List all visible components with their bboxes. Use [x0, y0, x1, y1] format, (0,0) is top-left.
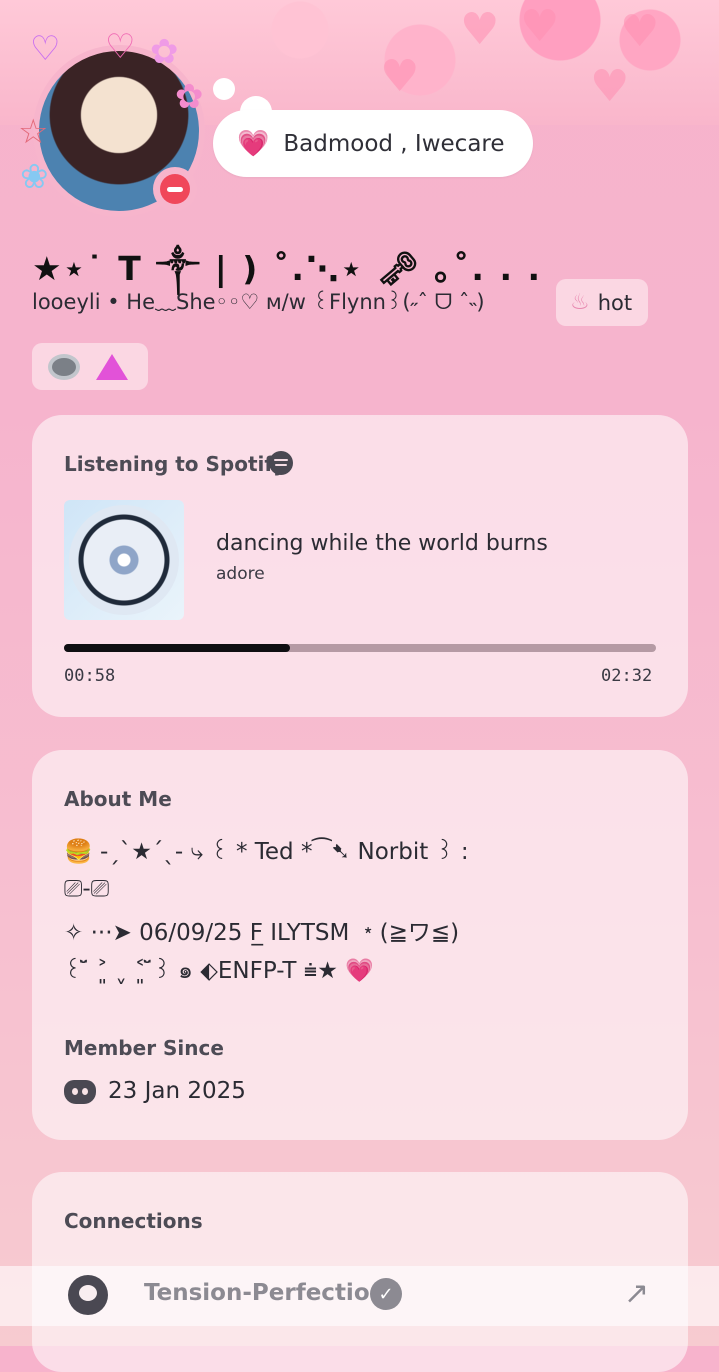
bunny-frame-icon: ✿ — [150, 32, 179, 72]
member-since-heading: Member Since — [64, 1036, 224, 1060]
heart-decoration: ♥ — [620, 6, 660, 57]
verified-icon: ✓ — [370, 1278, 402, 1310]
star-frame-icon: ☆ — [18, 112, 49, 152]
speed-badge-icon[interactable] — [48, 353, 80, 380]
track-artist[interactable]: adore — [216, 564, 265, 584]
spotify-heading: Listening to Spotify — [64, 452, 287, 476]
custom-status-bubble[interactable]: 💗 Badmood , Iwecare — [213, 110, 533, 177]
badge-list — [32, 343, 148, 390]
playback-progress-fill — [64, 644, 290, 652]
playback-progress-bar — [64, 644, 656, 652]
about-heading: About Me — [64, 787, 172, 811]
connections-heading: Connections — [64, 1209, 203, 1233]
heart-decoration: ♥ — [380, 51, 420, 102]
username-pronouns: looeyli • He﹏She◦◦♡ ᴍ/ᴡ ꒰Flynn꒱(˶ˆ ᗜ ˆ˵) — [32, 290, 485, 314]
nitro-badge-icon[interactable] — [96, 353, 128, 380]
elapsed-time: 00:58 — [64, 666, 116, 686]
about-line: ꒰ ̆̈ ˃͈ ˬ ˂͈ ̆̈꒱ ๑ ⬖ENFP-T ⩧★ 💗 — [64, 958, 374, 984]
heart-decoration: ♥ — [460, 4, 500, 55]
heart-decoration: ♥ — [590, 61, 630, 112]
member-since-date: 23 Jan 2025 — [108, 1078, 246, 1104]
status-bubble-dot — [213, 78, 235, 100]
dnd-status-icon — [153, 167, 197, 211]
spotify-icon — [269, 451, 293, 475]
pixel-heart-icon: 💗 — [237, 128, 270, 159]
album-art[interactable] — [64, 500, 184, 620]
discord-icon — [64, 1080, 96, 1104]
connection-name[interactable]: Tension-Perfection — [144, 1280, 386, 1306]
custom-status-text: Badmood , Iwecare — [283, 130, 505, 157]
flower-frame-icon: ✿ — [175, 77, 204, 117]
track-duration: 02:32 — [601, 666, 653, 686]
github-icon — [68, 1275, 108, 1315]
server-tag-label: hot — [597, 290, 633, 315]
track-title[interactable]: dancing while the world burns — [216, 531, 548, 556]
about-line: ⎚-⎚ — [64, 876, 110, 902]
heart-frame-icon: ♡ — [105, 27, 136, 67]
server-tag[interactable]: ♨ hot — [556, 279, 649, 326]
candy-frame-icon: ❀ — [20, 157, 49, 197]
heart-decoration: ♥ — [520, 1, 560, 52]
heart-frame-icon: ♡ — [30, 29, 61, 69]
about-line: ✧ ···➤ 06/09/25 F̲ ILYTSM ﹡(≧ワ≦) — [64, 920, 460, 946]
flame-icon: ♨ — [570, 290, 590, 315]
about-line: 🍔 -ˏˋ★ˊˎ- ⤷ ꒰ * Ted *⁀➷ Norbit ꒱ : — [64, 839, 469, 865]
external-link-icon[interactable]: ↗ — [624, 1276, 649, 1311]
cd-image — [69, 505, 179, 615]
